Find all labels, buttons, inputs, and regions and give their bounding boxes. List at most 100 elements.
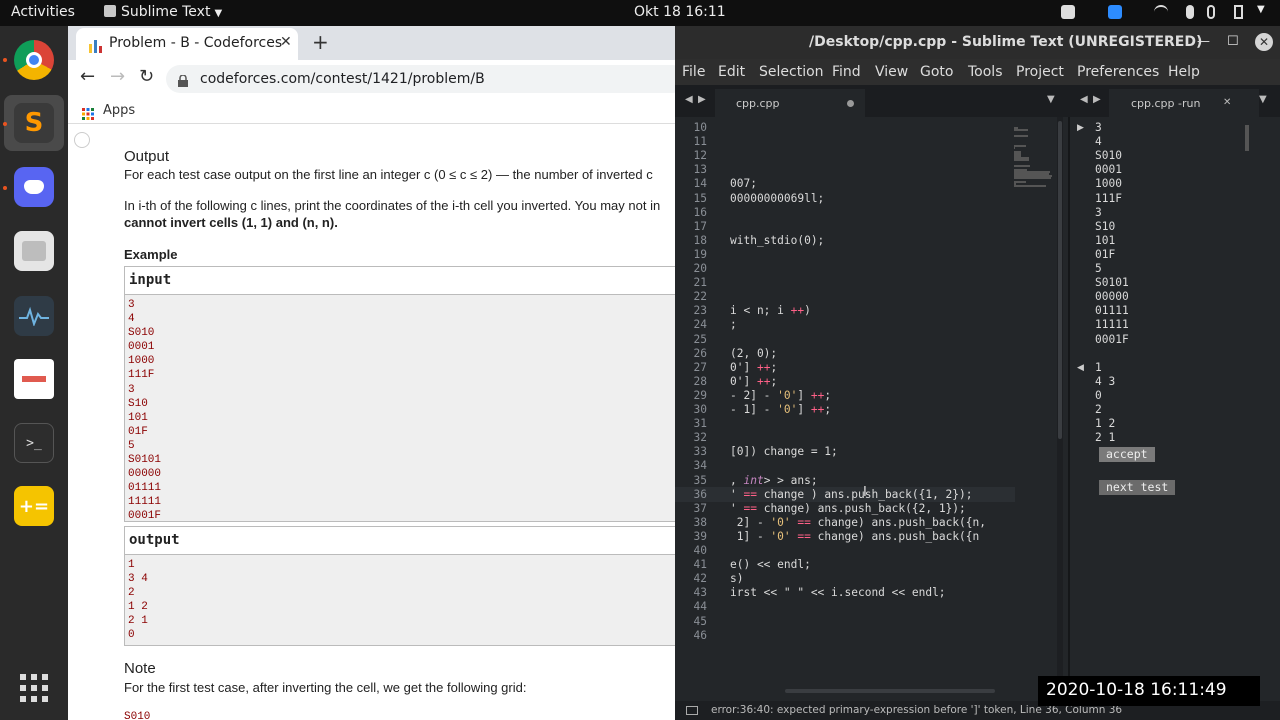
test-input-line: 3	[1095, 121, 1102, 134]
line-number: 18	[693, 233, 707, 247]
calculator-icon[interactable]: +=	[14, 486, 54, 526]
fold-input-icon[interactable]: ▶	[1077, 123, 1084, 133]
terminal-icon[interactable]: >_	[14, 423, 54, 463]
menu-preferences[interactable]: Preferences	[1077, 64, 1159, 80]
tab-scroll-right-icon[interactable]: ▶	[698, 94, 706, 105]
activities-button[interactable]: Activities	[11, 4, 75, 20]
maximize-icon[interactable]: ☐	[1227, 34, 1239, 49]
input-content[interactable]: 3 4 S010 0001 1000 111F 3 S10 101 01F 5 S0101 00000 0…	[125, 295, 675, 527]
output-scrollbar[interactable]	[1245, 125, 1249, 151]
unsaved-dot-icon[interactable]	[847, 100, 854, 107]
test-output-line: 0	[1095, 388, 1102, 402]
code-line: with_stdio(0);	[730, 233, 825, 247]
minimize-icon[interactable]: —	[1197, 34, 1210, 49]
recording-timestamp: 2020-10-18 16:11:49	[1038, 676, 1260, 706]
sample-input-line: 3	[128, 383, 135, 396]
test-output-line: 4 3	[1095, 374, 1116, 388]
files-icon[interactable]	[14, 231, 54, 271]
microphone-icon[interactable]	[1186, 5, 1194, 19]
menu-project[interactable]: Project	[1016, 64, 1064, 80]
tab-close-icon[interactable]: ✕	[1223, 97, 1231, 108]
text-editor-icon[interactable]	[14, 359, 54, 399]
horizontal-scrollbar[interactable]	[785, 689, 995, 693]
output-content[interactable]: 1 3 421 22 10	[125, 555, 675, 646]
battery-icon[interactable]	[1234, 5, 1243, 19]
line-number: 33	[693, 445, 707, 459]
clock[interactable]: Okt 18 16:11	[634, 4, 726, 20]
sublime-icon[interactable]: S	[14, 103, 54, 143]
test-output-line: 1	[1095, 360, 1102, 374]
reload-icon[interactable]: ↻	[139, 66, 154, 87]
code-area[interactable]: 007; 00000000069ll; with_stdio(0); i < n; i…	[730, 117, 1020, 689]
menu-help[interactable]: Help	[1168, 64, 1200, 80]
line-number: 45	[693, 614, 707, 628]
apps-grid-icon[interactable]	[82, 105, 94, 120]
close-window-icon[interactable]: ✕	[1255, 33, 1273, 51]
code-editor[interactable]: 10 11 12 13 14 15 16 17 18 19 20 21 22 23 24 25 26 27 28 29…	[675, 117, 1068, 689]
menu-file[interactable]: File	[682, 64, 705, 80]
minimap[interactable]	[1012, 117, 1058, 689]
run-output-pane[interactable]: 3 4 S010 0001 1000 111F 3 S10 101 01F 5 S0101 00000 0…	[1070, 117, 1280, 689]
sample-input-line: 0001	[128, 341, 155, 354]
code-line: ' == change) ans.push_back({2, 1});	[730, 501, 966, 515]
chrome-icon[interactable]	[14, 40, 54, 80]
sample-output-line: 2	[128, 587, 135, 600]
microphone-icon-2[interactable]	[1207, 5, 1215, 19]
line-number: 14	[693, 177, 707, 191]
app-menu[interactable]: Sublime Text ▼	[104, 4, 222, 20]
line-number: 39	[693, 529, 707, 543]
menu-goto[interactable]: Goto	[920, 64, 953, 80]
address-bar[interactable]: codeforces.com/contest/1421/problem/B	[166, 65, 675, 93]
apps-bookmark[interactable]: Apps	[103, 103, 135, 118]
menu-find[interactable]: Find	[832, 64, 861, 80]
test-input-line: 0001F	[1095, 332, 1129, 346]
menu-edit[interactable]: Edit	[718, 64, 745, 80]
tab-scroll-left-icon[interactable]: ◀	[685, 94, 693, 105]
tab-scroll-left-icon-2[interactable]: ◀	[1080, 94, 1088, 105]
tab-scroll-right-icon-2[interactable]: ▶	[1093, 94, 1101, 105]
code-line: e() << endl;	[730, 558, 811, 572]
menu-selection[interactable]: Selection	[759, 64, 824, 80]
scroll-up-icon[interactable]	[74, 132, 90, 148]
accept-button[interactable]: accept	[1099, 447, 1155, 463]
menu-tools[interactable]: Tools	[968, 64, 1003, 80]
line-number: 42	[693, 572, 707, 586]
code-line: irst << " " << i.second << endl;	[730, 586, 946, 600]
system-menu-chevron-icon[interactable]: ▼	[1257, 4, 1265, 15]
wifi-icon[interactable]	[1154, 5, 1168, 19]
menu-view[interactable]: View	[875, 64, 908, 80]
line-number: 12	[693, 149, 707, 163]
editor-scrollbar[interactable]	[1057, 117, 1063, 689]
code-line: 00000000069ll;	[730, 191, 825, 205]
new-tab-button[interactable]: +	[312, 30, 329, 54]
next-test-button[interactable]: next test	[1099, 480, 1176, 496]
code-line: i < n; i ++)	[730, 304, 811, 318]
tab-list-chevron-icon-2[interactable]: ▼	[1259, 94, 1267, 105]
tab-close-icon[interactable]: ✕	[280, 34, 292, 50]
back-arrow-icon[interactable]: ←	[80, 66, 95, 87]
system-monitor-icon[interactable]	[14, 296, 54, 336]
line-number: 17	[693, 219, 707, 233]
browser-tab[interactable]: Problem - B - Codeforces ✕	[76, 28, 298, 60]
test-input-line: S10	[1095, 219, 1116, 233]
discord-tray-icon[interactable]	[1061, 5, 1075, 19]
sample-output-line: 1	[128, 559, 135, 571]
line-number: 11	[693, 135, 707, 149]
tab-cpp-run[interactable]: cpp.cpp -run ✕	[1109, 89, 1259, 117]
dock: S >_ +=	[0, 26, 68, 720]
chrome-window: Problem - B - Codeforces ✕ + ← → ↻ codef…	[68, 26, 675, 720]
show-apps-icon[interactable]	[14, 668, 54, 708]
tab-list-chevron-icon[interactable]: ▼	[1047, 94, 1055, 105]
lock-icon	[178, 72, 188, 87]
panel-toggle-icon[interactable]	[686, 706, 698, 715]
tab-cpp[interactable]: cpp.cpp	[715, 89, 865, 117]
forward-arrow-icon[interactable]: →	[110, 66, 125, 87]
test-input-line: 01111	[1095, 304, 1129, 318]
zoom-tray-icon[interactable]	[1108, 5, 1122, 19]
fold-output-icon[interactable]: ◀	[1077, 363, 1084, 373]
window-title: /Desktop/cpp.cpp - Sublime Text (UNREGIS…	[809, 34, 1203, 50]
discord-icon[interactable]	[14, 167, 54, 207]
line-number: 29	[693, 388, 707, 402]
test-input-line: 5	[1095, 262, 1102, 275]
line-number: 26	[693, 346, 707, 360]
